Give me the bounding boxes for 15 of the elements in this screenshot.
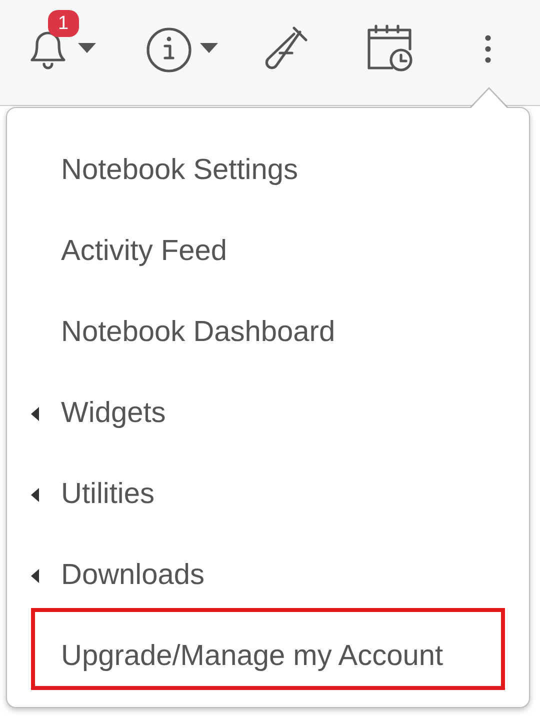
submenu-item[interactable]: Downloads — [61, 554, 204, 598]
menu-item[interactable]: Activity Feed — [61, 230, 227, 274]
caret-icon — [29, 407, 39, 421]
caret-icon — [78, 43, 96, 53]
submenu-item[interactable]: Widgets — [61, 392, 166, 436]
menu-item[interactable]: Upgrade/Manage my Account — [61, 634, 444, 678]
notification-badge: 1 — [48, 10, 79, 37]
menu-item[interactable]: Notebook Settings — [61, 148, 298, 192]
caret-icon — [29, 488, 39, 502]
calendar-button[interactable] — [366, 22, 414, 74]
caret-icon — [200, 43, 218, 53]
calendar-clock-icon — [366, 22, 414, 74]
submenu-item[interactable]: Utilities — [61, 472, 154, 516]
caret-icon — [29, 569, 39, 583]
menu-item[interactable]: Notebook Dashboard — [61, 310, 336, 354]
